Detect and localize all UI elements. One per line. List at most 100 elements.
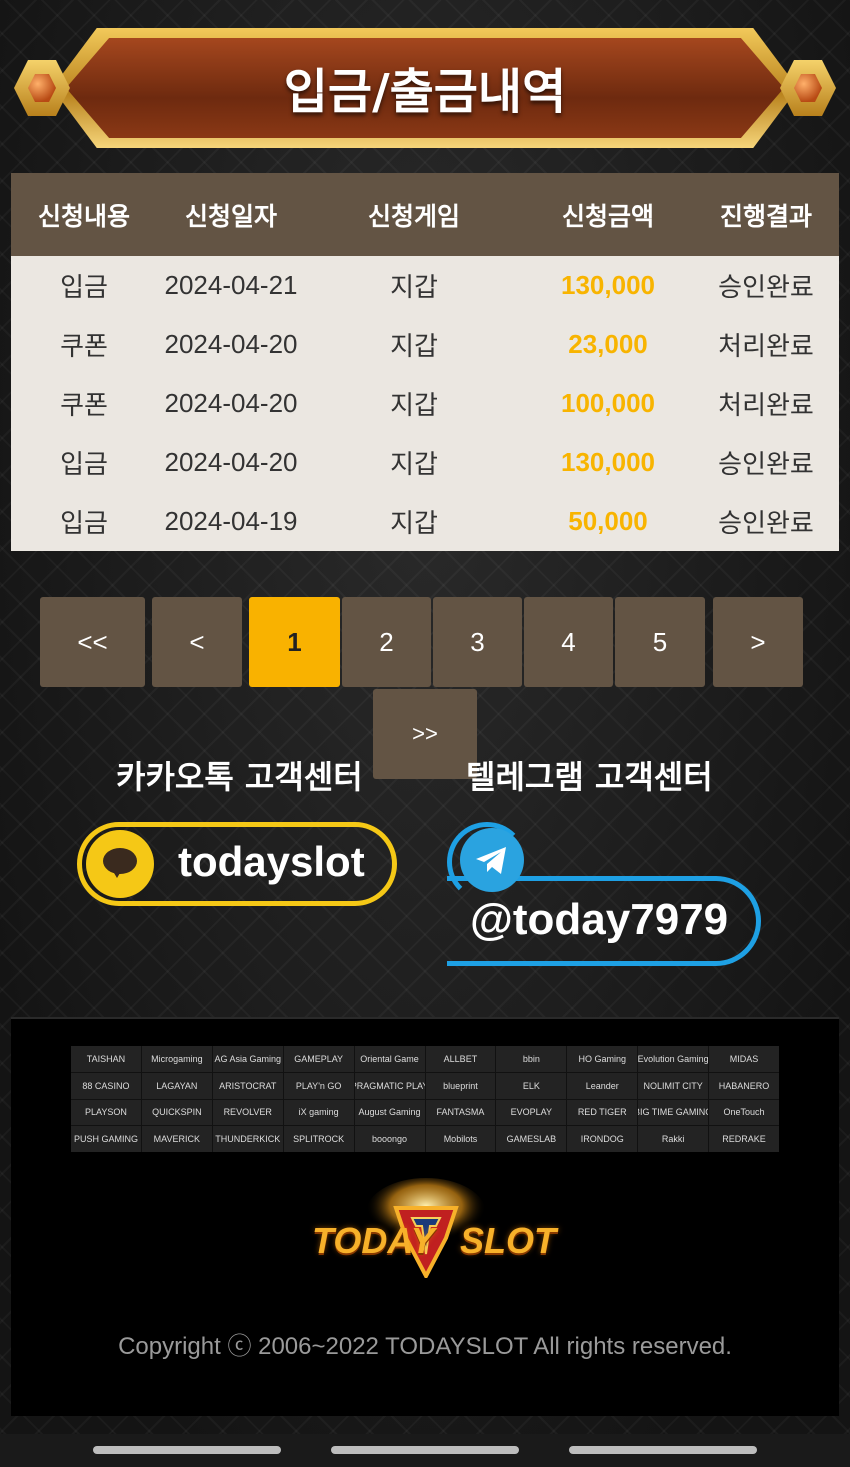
table-row: 입금 2024-04-21 지갑 130,000 승인완료 xyxy=(11,256,839,315)
last-page-button[interactable]: >> xyxy=(373,689,477,779)
provider-logo: LAGAYAN xyxy=(141,1072,212,1099)
provider-logo: Leander xyxy=(567,1072,638,1099)
provider-logo-grid: TAISHAN Microgaming AG Asia Gaming GAMEPLAY… xyxy=(71,1046,779,1152)
provider-logo: REDRAKE xyxy=(709,1126,779,1152)
page-title: 입금/출금내역 xyxy=(283,64,567,120)
provider-logo: August Gaming xyxy=(354,1099,425,1126)
provider-logo: NOLIMIT CITY xyxy=(638,1072,709,1099)
cell-game: 지갑 xyxy=(390,272,438,302)
provider-logo: Microgaming xyxy=(141,1046,212,1072)
first-page-button[interactable]: << xyxy=(40,597,145,687)
kakao-support-title: 카카오톡 고객센터 xyxy=(116,758,363,796)
next-page-button[interactable]: > xyxy=(713,597,803,687)
page-button-3[interactable]: 3 xyxy=(433,597,522,687)
title-banner: 입금/출금내역 xyxy=(14,28,836,148)
table-row: 입금 2024-04-20 지갑 130,000 승인완료 xyxy=(11,433,839,492)
table-row: 쿠폰 2024-04-20 지갑 23,000 처리완료 xyxy=(11,315,839,374)
chat-bubble-tail xyxy=(111,868,123,878)
provider-logo: Rakki xyxy=(638,1126,709,1152)
nav-home-button[interactable] xyxy=(331,1446,519,1454)
cell-type: 쿠폰 xyxy=(60,331,108,361)
cell-result: 승인완료 xyxy=(718,449,814,479)
cell-type: 쿠폰 xyxy=(60,390,108,420)
history-table: 신청내용 신청일자 신청게임 신청금액 진행결과 입금 2024-04-21 지… xyxy=(11,173,839,551)
column-header-result: 진행결과 xyxy=(719,201,812,231)
provider-logo: EVOPLAY xyxy=(496,1099,567,1126)
provider-logo: bbin xyxy=(496,1046,567,1072)
provider-logo: OneTouch xyxy=(709,1099,779,1126)
cell-date: 2024-04-20 xyxy=(164,329,298,359)
page-button-5[interactable]: 5 xyxy=(615,597,705,687)
telegram-id-label[interactable]: @today7979 xyxy=(470,895,728,945)
provider-logo: REVOLVER xyxy=(212,1099,283,1126)
table-body: 입금 2024-04-21 지갑 130,000 승인완료 쿠폰 2024-04… xyxy=(11,256,839,551)
prev-page-button[interactable]: < xyxy=(152,597,242,687)
telegram-support-title: 텔레그램 고객센터 xyxy=(466,758,713,796)
provider-logo: blueprint xyxy=(425,1072,496,1099)
provider-logo: ELK xyxy=(496,1072,567,1099)
column-header-game: 신청게임 xyxy=(367,201,460,231)
provider-logo: AG Asia Gaming xyxy=(212,1046,283,1072)
provider-logo: IRONDOG xyxy=(567,1126,638,1152)
provider-logo: HABANERO xyxy=(709,1072,779,1099)
provider-logo: PRAGMATIC PLAY xyxy=(354,1072,425,1099)
provider-logo: GAMEPLAY xyxy=(283,1046,354,1072)
telegram-icon xyxy=(460,828,524,892)
cell-type: 입금 xyxy=(60,508,108,538)
cell-amount: 50,000 xyxy=(568,506,648,536)
kakao-id-label[interactable]: todayslot xyxy=(178,838,365,886)
provider-logo: MAVERICK xyxy=(141,1126,212,1152)
cell-date: 2024-04-21 xyxy=(164,270,298,300)
column-header-date: 신청일자 xyxy=(184,201,277,231)
provider-logo: BIG TIME GAMING xyxy=(638,1099,709,1126)
table-row: 입금 2024-04-19 지갑 50,000 승인완료 xyxy=(11,492,839,551)
provider-logo: SPLITROCK xyxy=(283,1126,354,1152)
provider-logo: PLAYSON xyxy=(71,1099,141,1126)
cell-type: 입금 xyxy=(60,449,108,479)
cell-game: 지갑 xyxy=(390,449,438,479)
provider-logo: GAMESLAB xyxy=(496,1126,567,1152)
provider-logo: Oriental Game xyxy=(354,1046,425,1072)
provider-logo: ARISTOCRAT xyxy=(212,1072,283,1099)
provider-logo: MIDAS xyxy=(709,1046,779,1072)
cell-date: 2024-04-20 xyxy=(164,388,298,418)
logo-text-left: TODAY xyxy=(312,1220,435,1261)
paper-plane-icon xyxy=(476,847,506,874)
cell-date: 2024-04-19 xyxy=(164,506,298,536)
table-row: 쿠폰 2024-04-20 지갑 100,000 처리완료 xyxy=(11,374,839,433)
cell-amount: 100,000 xyxy=(561,388,655,418)
provider-logo: TAISHAN xyxy=(71,1046,141,1072)
provider-logo: THUNDERKICK xyxy=(212,1126,283,1152)
cell-amount: 23,000 xyxy=(568,329,648,359)
provider-logo: QUICKSPIN xyxy=(141,1099,212,1126)
provider-logo: PUSH GAMING xyxy=(71,1126,141,1152)
logo-text-right: SLOT xyxy=(460,1220,556,1261)
provider-logo: ALLBET xyxy=(425,1046,496,1072)
nav-back-button[interactable] xyxy=(569,1446,757,1454)
cell-type: 입금 xyxy=(60,272,108,302)
column-header-type: 신청내용 xyxy=(37,201,130,231)
cell-game: 지갑 xyxy=(390,390,438,420)
page-button-2[interactable]: 2 xyxy=(342,597,431,687)
copyright-text: Copyright ⓒ 2006~2022 TODAYSLOT All righ… xyxy=(118,1333,732,1360)
provider-logo: 88 CASINO xyxy=(71,1072,141,1099)
cell-amount: 130,000 xyxy=(561,270,655,300)
cell-result: 승인완료 xyxy=(718,508,814,538)
provider-logo: booongo xyxy=(354,1126,425,1152)
provider-logo: HO Gaming xyxy=(567,1046,638,1072)
cell-amount: 130,000 xyxy=(561,447,655,477)
column-header-amount: 신청금액 xyxy=(561,201,654,231)
provider-logo: PLAY'n GO xyxy=(283,1072,354,1099)
provider-logo: Evolution Gaming xyxy=(638,1046,709,1072)
nav-recents-button[interactable] xyxy=(93,1446,281,1454)
page-button-4[interactable]: 4 xyxy=(524,597,613,687)
provider-logo: Mobilots xyxy=(425,1126,496,1152)
table-header: 신청내용 신청일자 신청게임 신청금액 진행결과 xyxy=(11,173,839,256)
cell-game: 지갑 xyxy=(390,331,438,361)
page-button-1[interactable]: 1 xyxy=(249,597,340,687)
provider-logo: RED TIGER xyxy=(567,1099,638,1126)
cell-result: 승인완료 xyxy=(718,272,814,302)
cell-game: 지갑 xyxy=(390,508,438,538)
cell-result: 처리완료 xyxy=(718,390,814,420)
cell-result: 처리완료 xyxy=(718,331,814,361)
